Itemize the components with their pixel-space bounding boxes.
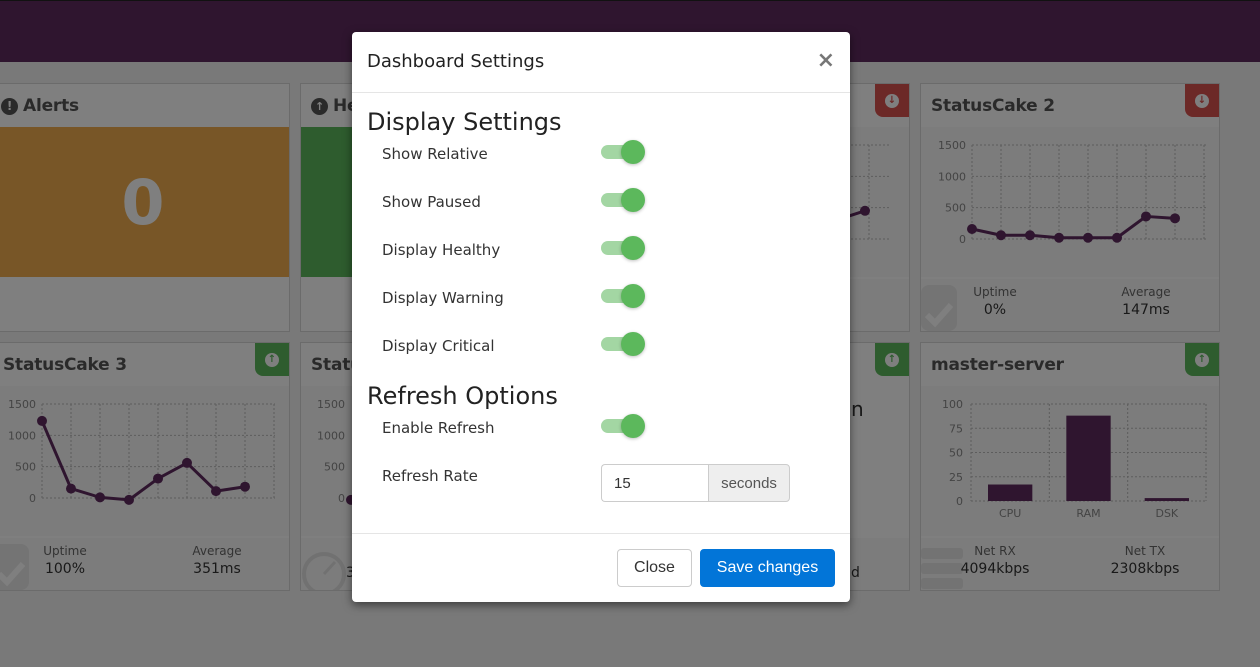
close-icon[interactable]: ×	[817, 50, 835, 72]
display-critical-toggle[interactable]	[601, 332, 645, 356]
show-paused-label: Show Paused	[382, 193, 481, 211]
show-paused-toggle[interactable]	[601, 188, 645, 212]
close-button[interactable]: Close	[617, 549, 692, 587]
enable-refresh-label: Enable Refresh	[382, 419, 495, 437]
dashboard-settings-modal: Dashboard Settings × Display Settings Sh…	[352, 32, 850, 602]
refresh-rate-label: Refresh Rate	[382, 467, 478, 485]
display-warning-label: Display Warning	[382, 289, 504, 307]
modal-title: Dashboard Settings	[367, 51, 545, 72]
refresh-rate-unit: seconds	[708, 464, 790, 502]
refresh-rate-input[interactable]	[601, 464, 708, 502]
display-healthy-label: Display Healthy	[382, 241, 501, 259]
show-relative-toggle[interactable]	[601, 140, 645, 164]
modal-header: Dashboard Settings ×	[352, 32, 850, 93]
display-settings-heading: Display Settings	[367, 108, 562, 136]
enable-refresh-toggle[interactable]	[601, 414, 645, 438]
modal-footer: Close Save changes	[352, 533, 850, 602]
show-relative-label: Show Relative	[382, 145, 488, 163]
refresh-rate-group: seconds	[601, 464, 790, 502]
display-healthy-toggle[interactable]	[601, 236, 645, 260]
display-critical-label: Display Critical	[382, 337, 495, 355]
refresh-options-heading: Refresh Options	[367, 382, 558, 410]
display-warning-toggle[interactable]	[601, 284, 645, 308]
save-changes-button[interactable]: Save changes	[700, 549, 835, 587]
